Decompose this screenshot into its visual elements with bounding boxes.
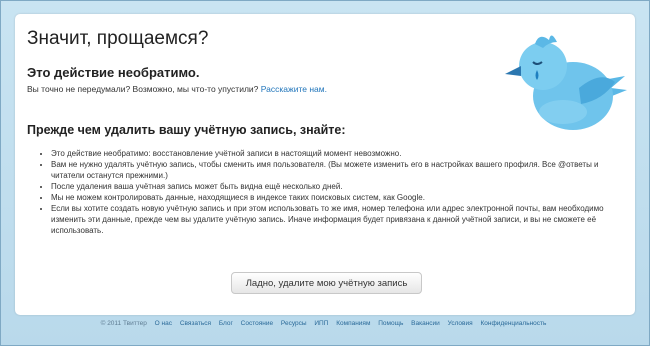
list-item: После удаления ваша учётная запись может… bbox=[51, 181, 631, 192]
warning-title: Это действие необратимо. bbox=[27, 65, 200, 80]
footer-link-status[interactable]: Состояние bbox=[241, 320, 273, 327]
footer-link-privacy[interactable]: Конфиденциальность bbox=[480, 320, 546, 327]
sad-twitter-bird-icon bbox=[505, 35, 627, 130]
list-item: Мы не можем контролировать данные, наход… bbox=[51, 192, 631, 203]
footer-link-blog[interactable]: Блог bbox=[219, 320, 233, 327]
footer-link-help[interactable]: Помощь bbox=[378, 320, 403, 327]
footer-link-business[interactable]: Компаниям bbox=[336, 320, 370, 327]
footer-link-resources[interactable]: Ресурсы bbox=[281, 320, 307, 327]
tell-us-link[interactable]: Расскажите нам. bbox=[261, 84, 327, 94]
list-item: Если вы хотите создать новую учётную зап… bbox=[51, 203, 631, 236]
footer-link-jobs[interactable]: Вакансии bbox=[411, 320, 440, 327]
footer-link-terms[interactable]: Условия bbox=[448, 320, 473, 327]
list-item: Это действие необратимо: восстановление … bbox=[51, 148, 631, 159]
footer: © 2011 Твиттер О нас Связаться Блог Сост… bbox=[0, 320, 650, 327]
footer-link-contact[interactable]: Связаться bbox=[180, 320, 211, 327]
footer-link-api[interactable]: ИПП bbox=[314, 320, 328, 327]
delete-account-card: Значит, прощаемся? Это действие необрати… bbox=[15, 14, 635, 315]
list-item: Вам не нужно удалять учётную запись, что… bbox=[51, 159, 631, 181]
page-title: Значит, прощаемся? bbox=[27, 28, 209, 49]
info-section-title: Прежде чем удалить вашу учётную запись, … bbox=[27, 123, 346, 137]
info-list: Это действие необратимо: восстановление … bbox=[37, 148, 631, 236]
footer-link-about[interactable]: О нас bbox=[155, 320, 172, 327]
footer-copyright: © 2011 Твиттер bbox=[100, 320, 147, 327]
delete-account-button[interactable]: Ладно, удалите мою учётную запись bbox=[231, 272, 422, 294]
warning-subtitle: Вы точно не передумали? Возможно, мы что… bbox=[27, 84, 327, 94]
warning-subtitle-text: Вы точно не передумали? Возможно, мы что… bbox=[27, 84, 259, 94]
